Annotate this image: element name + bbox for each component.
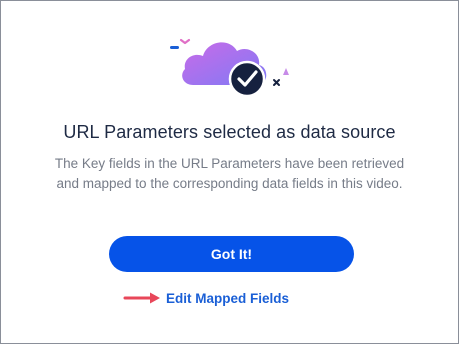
dialog-title: URL Parameters selected as data source <box>63 122 396 142</box>
edit-mapped-fields-link[interactable]: Edit Mapped Fields <box>166 291 289 306</box>
edit-mapped-fields-row: Edit Mapped Fields <box>123 288 289 308</box>
description-line-1: The Key fields in the URL Parameters hav… <box>54 156 405 171</box>
got-it-button[interactable]: Got It! <box>109 236 354 272</box>
dialog-description: The Key fields in the URL Parameters hav… <box>41 154 418 194</box>
description-line-2: and mapped to the corresponding data fie… <box>56 176 403 191</box>
cloud-check-icon <box>170 38 289 98</box>
dialog-panel: URL Parameters selected as data source T… <box>0 0 459 344</box>
arrow-right-icon <box>123 292 160 304</box>
